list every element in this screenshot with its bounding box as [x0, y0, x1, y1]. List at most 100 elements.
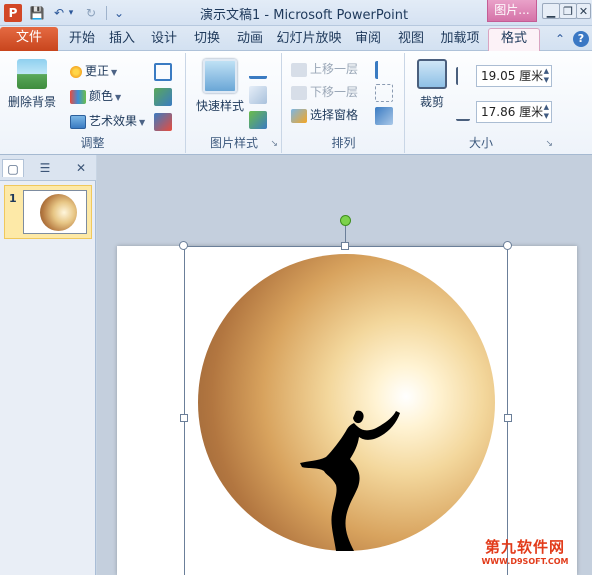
chevron-down-icon: ▼: [115, 93, 122, 102]
bring-forward-button[interactable]: 上移一层: [291, 59, 358, 79]
group-objects-icon[interactable]: [375, 84, 393, 102]
height-spinner[interactable]: ▲ ▼: [544, 67, 549, 85]
resize-handle-right[interactable]: [504, 414, 512, 422]
chevron-down-icon: ▼: [139, 118, 146, 127]
minimize-icon[interactable]: ▁: [542, 3, 560, 19]
crop-button[interactable]: 裁剪: [410, 59, 454, 110]
selection-pane-icon: [291, 108, 307, 123]
height-icon: [456, 67, 470, 85]
remove-background-icon: [17, 59, 47, 89]
corrections-label: 更正: [85, 64, 110, 78]
bring-forward-label: 上移一层: [310, 62, 359, 76]
send-backward-icon: [291, 85, 307, 100]
tab-view[interactable]: 视图: [393, 29, 429, 51]
height-value: 19.05 厘米: [481, 69, 544, 83]
picture-styles-group-label: 图片样式: [209, 136, 258, 150]
redo-icon[interactable]: ↻: [82, 4, 100, 22]
crop-label: 裁剪: [419, 95, 444, 109]
slide-thumbnail-item[interactable]: 1: [4, 185, 92, 239]
resize-handle-top-right[interactable]: [503, 241, 512, 250]
crop-icon: [417, 59, 447, 89]
quick-styles-button[interactable]: 快速样式: [191, 59, 249, 114]
picture-tools-header: 图片...: [487, 0, 537, 22]
ribbon-tabs: 文件 开始 插入 设计 切换 动画 幻灯片放映 审阅 视图 加载项 格式 ⌃ ?: [0, 26, 592, 52]
quick-styles-icon: [203, 59, 237, 93]
artistic-effects-icon: [70, 114, 86, 129]
close-icon[interactable]: ✕: [576, 3, 591, 19]
thumbnail-picture: [40, 194, 77, 231]
align-icon[interactable]: [375, 61, 393, 79]
undo-dropdown-icon[interactable]: ▾: [66, 4, 76, 22]
remove-background-button[interactable]: 删除背景: [4, 59, 60, 110]
color-icon: [70, 89, 86, 104]
site-watermark: 第九软件网 WWW.D9SOFT.COM: [460, 536, 590, 566]
tab-slideshow[interactable]: 幻灯片放映: [276, 29, 342, 51]
send-backward-button[interactable]: 下移一层: [291, 82, 358, 102]
rotation-stem: [345, 224, 346, 242]
outline-tab-icon[interactable]: ☰: [34, 159, 56, 177]
group-adjust: 删除背景 更正 ▼ 颜色 ▼ 艺术效果 ▼ 调整: [0, 53, 186, 153]
rotate-icon[interactable]: [375, 107, 393, 125]
tab-addins[interactable]: 加载项: [436, 29, 484, 51]
tab-animations[interactable]: 动画: [232, 29, 268, 51]
tab-home[interactable]: 开始: [64, 29, 100, 51]
save-icon[interactable]: 💾: [28, 4, 46, 22]
group-size: 裁剪 19.05 厘米 ▲ ▼ 17.86 厘米 ▲ ▼ 大小 ↘: [406, 53, 556, 153]
pane-tabs: ▢ ☰ ✕: [0, 155, 96, 181]
picture-border-icon[interactable]: [249, 61, 267, 79]
resize-handle-left[interactable]: [180, 414, 188, 422]
reset-picture-icon[interactable]: [154, 113, 172, 131]
remove-background-label: 删除背景: [7, 95, 56, 109]
slide-thumbnail: [23, 190, 87, 234]
slide-number: 1: [9, 192, 17, 205]
tab-format[interactable]: 格式: [488, 28, 540, 52]
watermark-url: WWW.D9SOFT.COM: [481, 557, 569, 566]
tab-review[interactable]: 审阅: [350, 29, 386, 51]
resize-handle-top-left[interactable]: [179, 241, 188, 250]
tab-insert[interactable]: 插入: [104, 29, 140, 51]
corrections-button[interactable]: 更正 ▼: [70, 61, 117, 81]
dialog-launcher-icon[interactable]: ↘: [545, 139, 553, 149]
height-field[interactable]: 19.05 厘米 ▲ ▼: [476, 65, 552, 87]
powerpoint-app-icon[interactable]: P: [4, 4, 22, 22]
restore-icon[interactable]: ❐: [559, 3, 577, 19]
width-field[interactable]: 17.86 厘米 ▲ ▼: [476, 101, 552, 123]
customize-qat-icon[interactable]: ⌄: [110, 4, 128, 22]
title-bar: P 💾 ↶ ▾ ↻ ⌄ 演示文稿1 - Microsoft PowerPoint…: [0, 0, 592, 26]
resize-handle-top[interactable]: [341, 242, 349, 250]
group-arrange: 上移一层 下移一层 选择窗格 排列: [283, 53, 405, 153]
chevron-down-icon: ▼: [111, 68, 118, 77]
collapse-ribbon-icon[interactable]: ⌃: [552, 31, 568, 47]
tab-file[interactable]: 文件: [0, 27, 58, 51]
adjust-group-label: 调整: [80, 136, 105, 150]
quick-styles-label: 快速样式: [195, 99, 244, 113]
change-picture-icon[interactable]: [154, 88, 172, 106]
help-icon[interactable]: ?: [573, 31, 589, 47]
tab-design[interactable]: 设计: [146, 29, 182, 51]
dialog-launcher-icon[interactable]: ↘: [270, 139, 278, 149]
rotation-handle[interactable]: [340, 215, 351, 226]
picture-layout-icon[interactable]: [249, 111, 267, 129]
tab-transitions[interactable]: 切换: [189, 29, 225, 51]
bring-forward-icon: [291, 62, 307, 77]
compress-pictures-icon[interactable]: [154, 63, 172, 81]
watermark-title: 第九软件网: [484, 538, 565, 556]
width-spinner[interactable]: ▲ ▼: [544, 103, 549, 121]
width-value: 17.86 厘米: [481, 105, 544, 119]
selection-pane-label: 选择窗格: [310, 108, 359, 122]
group-picture-styles: 快速样式 图片样式 ↘: [187, 53, 282, 153]
picture-effects-icon[interactable]: [249, 86, 267, 104]
selection-pane-button[interactable]: 选择窗格: [291, 105, 358, 125]
sun-icon: [70, 65, 82, 78]
arrange-group-label: 排列: [331, 136, 356, 150]
slides-tab-icon[interactable]: ▢: [2, 159, 24, 177]
close-pane-icon[interactable]: ✕: [70, 159, 92, 177]
color-button[interactable]: 颜色 ▼: [70, 86, 121, 106]
size-group-label: 大小: [468, 136, 493, 150]
send-backward-label: 下移一层: [310, 85, 359, 99]
width-icon: [456, 103, 470, 121]
dancer-silhouette: [300, 410, 400, 551]
color-label: 颜色: [89, 89, 114, 103]
artistic-effects-label: 艺术效果: [89, 114, 138, 128]
artistic-effects-button[interactable]: 艺术效果 ▼: [70, 111, 145, 131]
